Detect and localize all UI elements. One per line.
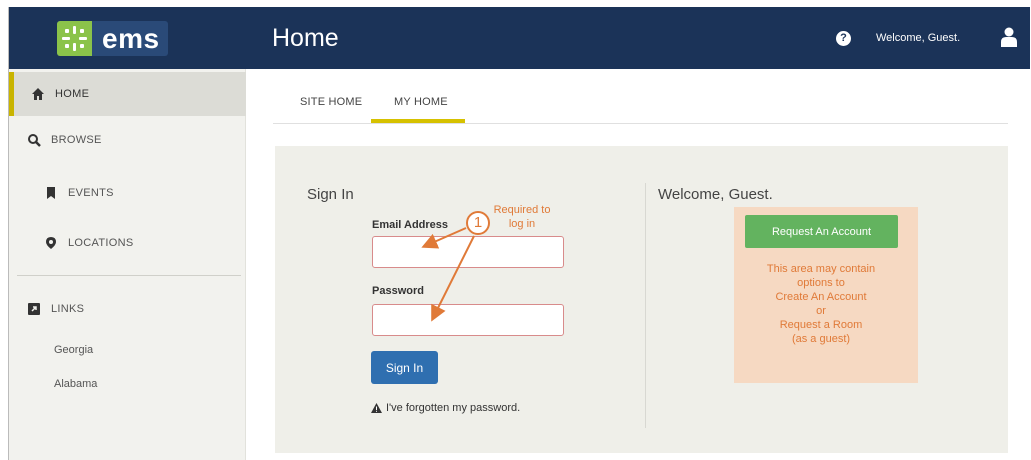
note-line: (as a guest) <box>791 333 851 345</box>
page-title: Home <box>272 24 339 52</box>
sidebar-link-georgia[interactable]: Georgia <box>54 344 93 356</box>
sidebar-item-home[interactable]: HOME <box>9 72 246 116</box>
external-link-icon <box>28 303 40 315</box>
welcome-text: Welcome, Guest. <box>876 32 961 44</box>
tab-my-home[interactable]: MY HOME <box>394 96 448 108</box>
annotation-line: Required to <box>493 204 551 216</box>
forgot-password-text: I've forgotten my password. <box>386 402 521 414</box>
sidebar-item-label: BROWSE <box>51 134 102 146</box>
bookmark-icon <box>47 187 55 199</box>
sidebar-item-label: EVENTS <box>68 187 114 199</box>
sidebar-item-label: HOME <box>55 88 90 100</box>
sidebar: HOME BROWSE EVENTS LOCATIONS LINKS Georg… <box>9 69 246 460</box>
request-account-button[interactable]: Request An Account <box>745 215 898 248</box>
note-line: This area may contain <box>766 263 876 275</box>
sidebar-link-alabama[interactable]: Alabama <box>54 378 97 390</box>
user-icon[interactable] <box>1001 27 1017 47</box>
active-tab-indicator <box>371 119 465 123</box>
top-bar: ems Home ? Welcome, Guest. <box>9 7 1030 69</box>
search-icon <box>28 134 41 147</box>
sidebar-divider <box>17 275 241 276</box>
password-label: Password <box>372 285 424 297</box>
callout-number: 1 <box>466 211 490 235</box>
help-icon[interactable]: ? <box>836 31 851 46</box>
sidebar-item-browse[interactable]: BROWSE <box>9 118 246 162</box>
note-line: or <box>816 305 826 317</box>
logo-area: ems <box>9 7 246 69</box>
map-marker-icon <box>46 237 56 249</box>
sidebar-item-label: LINKS <box>51 303 85 315</box>
sign-in-button[interactable]: Sign In <box>371 351 438 384</box>
tab-bar: SITE HOME MY HOME <box>273 84 1008 124</box>
guest-options-note: This area may contain options to Create … <box>744 262 898 346</box>
tab-site-home[interactable]: SITE HOME <box>300 96 362 108</box>
sidebar-item-label: LOCATIONS <box>68 237 134 249</box>
logo-mark-icon <box>57 21 92 56</box>
email-label: Email Address <box>372 219 449 231</box>
warning-icon <box>371 403 382 413</box>
signin-title: Sign In <box>307 186 354 203</box>
note-line: Request a Room <box>779 319 863 331</box>
note-line: Create An Account <box>775 291 867 303</box>
annotation-line: log in <box>508 218 536 230</box>
note-line: options to <box>797 277 845 289</box>
sidebar-item-locations[interactable]: LOCATIONS <box>9 221 246 265</box>
home-icon <box>32 88 44 100</box>
sidebar-item-events[interactable]: EVENTS <box>9 171 246 215</box>
forgot-password-link[interactable]: I've forgotten my password. <box>371 402 520 414</box>
sidebar-item-links[interactable]: LINKS <box>9 287 246 331</box>
welcome-title: Welcome, Guest. <box>658 186 773 203</box>
email-field[interactable] <box>372 236 564 268</box>
annotation-text: Required to log in <box>492 203 552 231</box>
logo[interactable]: ems <box>57 21 168 56</box>
logo-text: ems <box>102 22 160 54</box>
password-field[interactable] <box>372 304 564 336</box>
panel-divider <box>645 183 646 428</box>
